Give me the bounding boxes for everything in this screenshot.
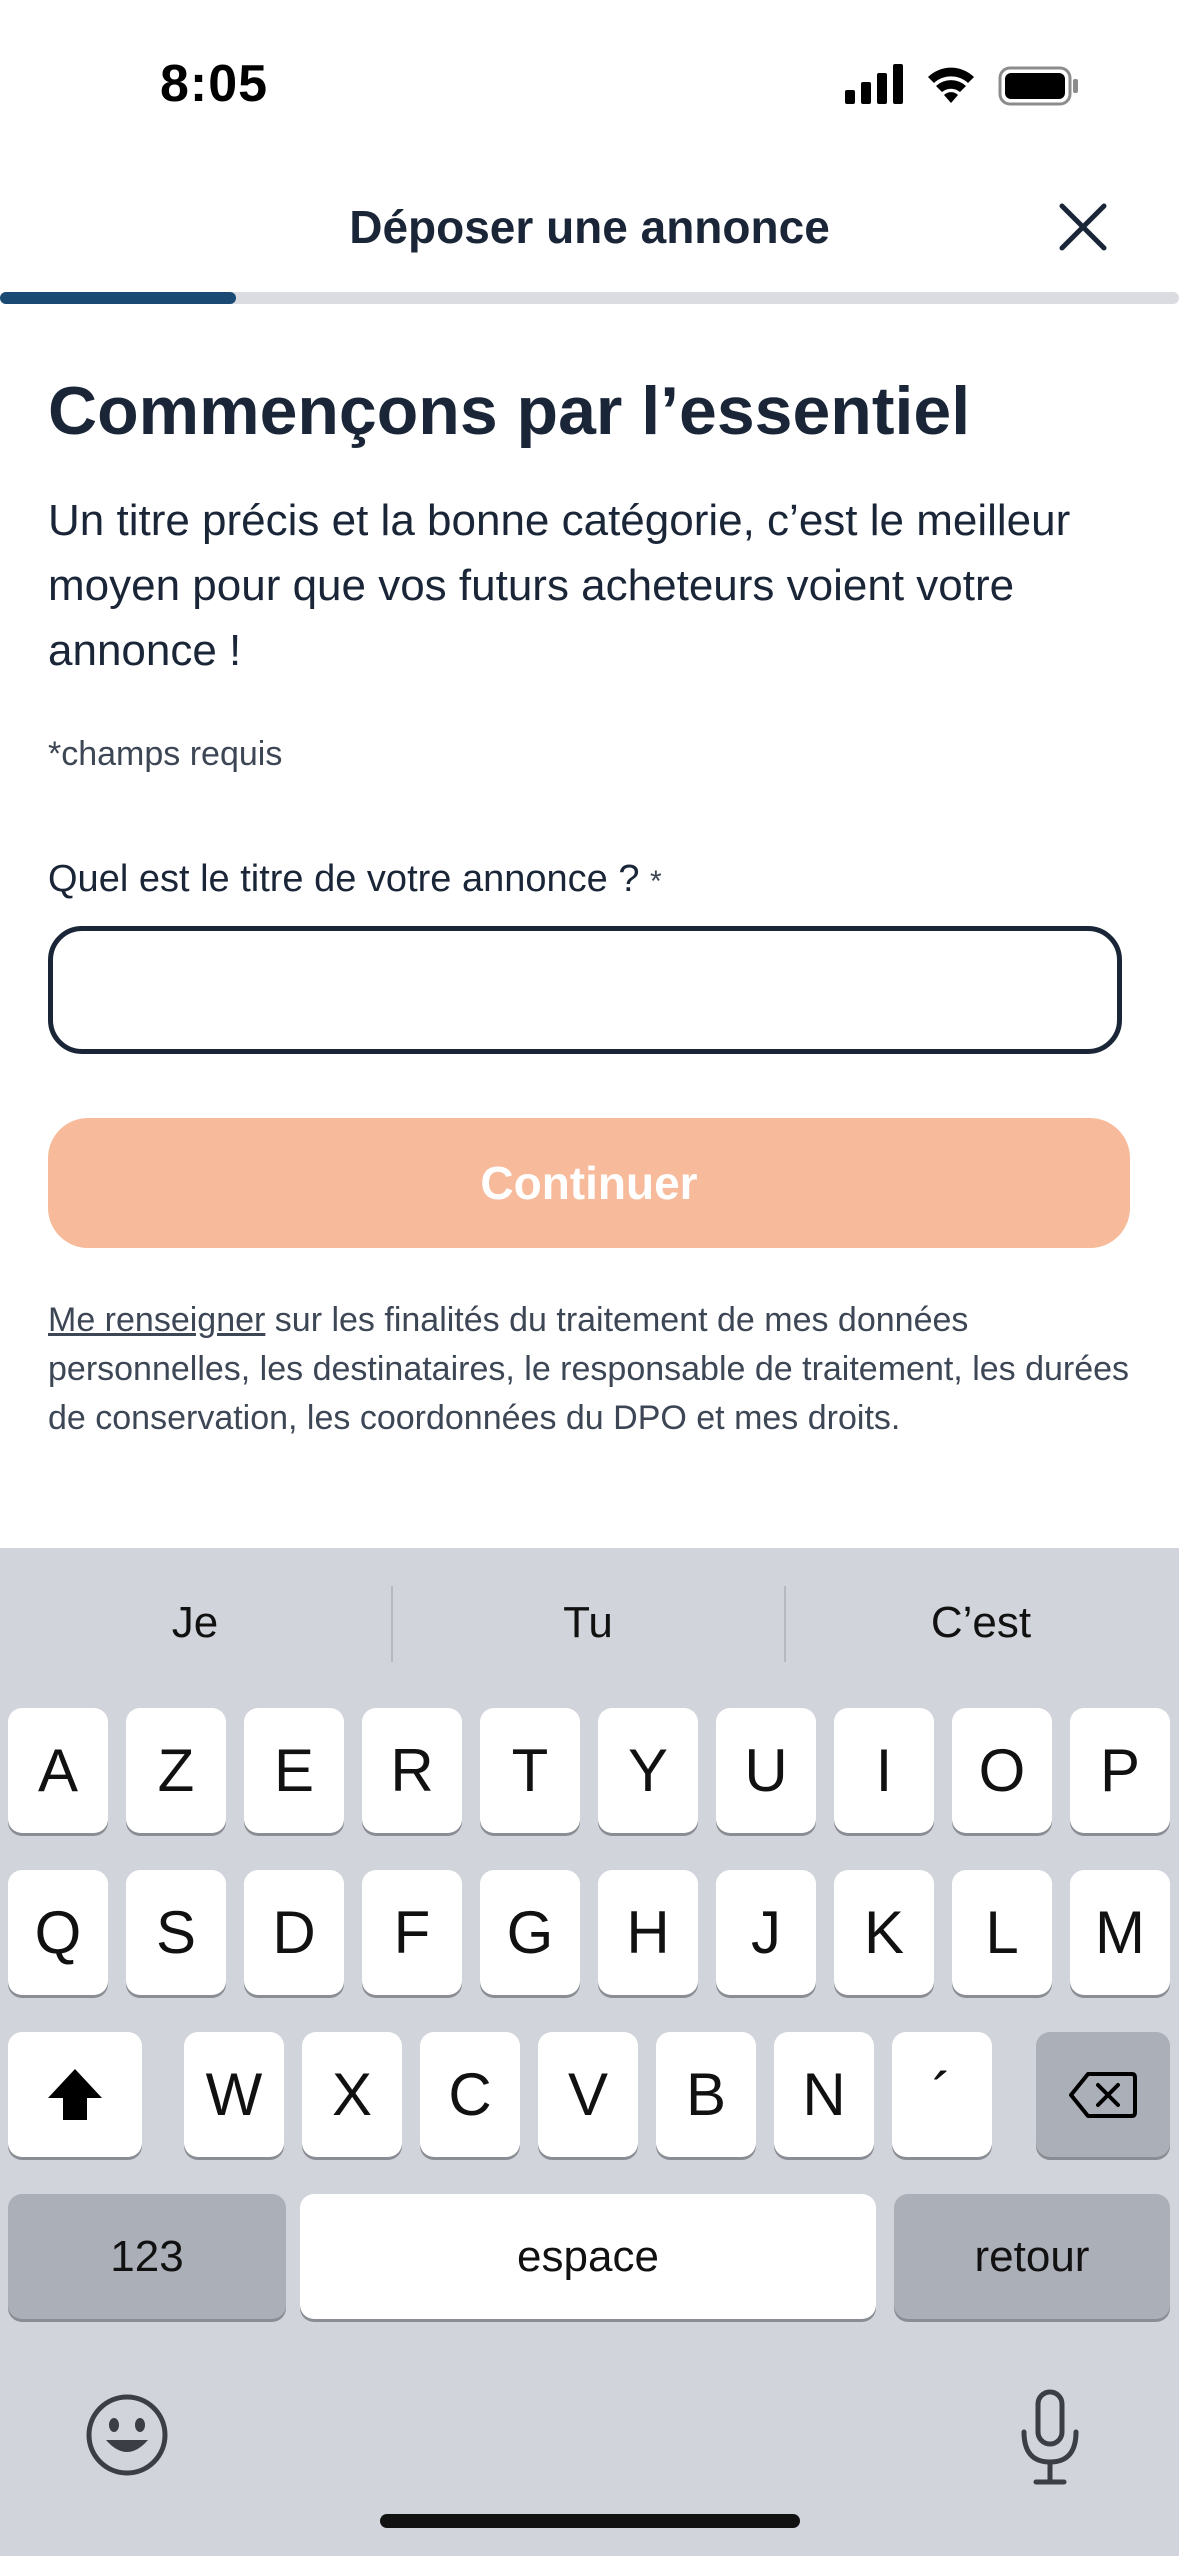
suggestion-3[interactable]: C’est — [786, 1598, 1176, 1648]
key-o[interactable]: O — [952, 1708, 1052, 1833]
page-title: Déposer une annonce — [349, 201, 830, 253]
return-key[interactable]: retour — [894, 2194, 1170, 2319]
key-w[interactable]: W — [184, 2032, 284, 2157]
title-field-label: Quel est le titre de votre annonce ? * — [48, 858, 662, 901]
key-b[interactable]: B — [656, 2032, 756, 2157]
key-z[interactable]: Z — [126, 1708, 226, 1833]
ad-title-input[interactable] — [48, 926, 1122, 1054]
backspace-icon — [1069, 2071, 1137, 2118]
status-time: 8:05 — [160, 55, 269, 113]
key-s[interactable]: S — [126, 1870, 226, 1995]
progress-fill — [0, 292, 236, 304]
home-indicator — [380, 2514, 800, 2528]
backspace-key[interactable] — [1036, 2032, 1170, 2157]
required-fields-note: *champs requis — [48, 735, 283, 773]
title-field-label-text: Quel est le titre de votre annonce ? — [48, 858, 640, 900]
microphone-icon[interactable] — [1014, 2388, 1086, 2488]
numbers-key[interactable]: 123 — [8, 2194, 286, 2319]
key-t[interactable]: T — [480, 1708, 580, 1833]
key-j[interactable]: J — [716, 1870, 816, 1995]
legal-notice: Me renseigner sur les finalités du trait… — [48, 1296, 1138, 1443]
key-r[interactable]: R — [362, 1708, 462, 1833]
suggestion-2[interactable]: Tu — [393, 1598, 783, 1648]
key-d[interactable]: D — [244, 1870, 344, 1995]
shift-key[interactable] — [8, 2032, 142, 2157]
shift-icon — [48, 2068, 102, 2120]
key-i[interactable]: I — [834, 1708, 934, 1833]
key-n[interactable]: N — [774, 2032, 874, 2157]
cellular-signal-icon — [845, 64, 903, 104]
battery-icon — [998, 66, 1078, 106]
key-k[interactable]: K — [834, 1870, 934, 1995]
key-f[interactable]: F — [362, 1870, 462, 1995]
intro-text: Un titre précis et la bonne catégorie, c… — [48, 496, 1071, 675]
section-heading: Commençons par l’essentiel — [48, 373, 971, 449]
required-mark: * — [650, 865, 662, 898]
key-a[interactable]: A — [8, 1708, 108, 1833]
close-icon[interactable] — [1050, 198, 1116, 256]
emoji-icon[interactable] — [84, 2392, 170, 2478]
space-key[interactable]: espace — [300, 2194, 876, 2319]
key-u[interactable]: U — [716, 1708, 816, 1833]
key-h[interactable]: H — [598, 1870, 698, 1995]
key-c[interactable]: C — [420, 2032, 520, 2157]
key-acute-accent[interactable]: ´ — [892, 2032, 992, 2157]
wifi-icon — [928, 67, 974, 103]
learn-more-link[interactable]: Me renseigner — [48, 1301, 265, 1339]
key-g[interactable]: G — [480, 1870, 580, 1995]
continue-button[interactable]: Continuer — [48, 1118, 1130, 1248]
key-y[interactable]: Y — [598, 1708, 698, 1833]
key-e[interactable]: E — [244, 1708, 344, 1833]
key-v[interactable]: V — [538, 2032, 638, 2157]
key-x[interactable]: X — [302, 2032, 402, 2157]
key-p[interactable]: P — [1070, 1708, 1170, 1833]
suggestion-1[interactable]: Je — [0, 1598, 390, 1648]
key-q[interactable]: Q — [8, 1870, 108, 1995]
key-l[interactable]: L — [952, 1870, 1052, 1995]
key-m[interactable]: M — [1070, 1870, 1170, 1995]
